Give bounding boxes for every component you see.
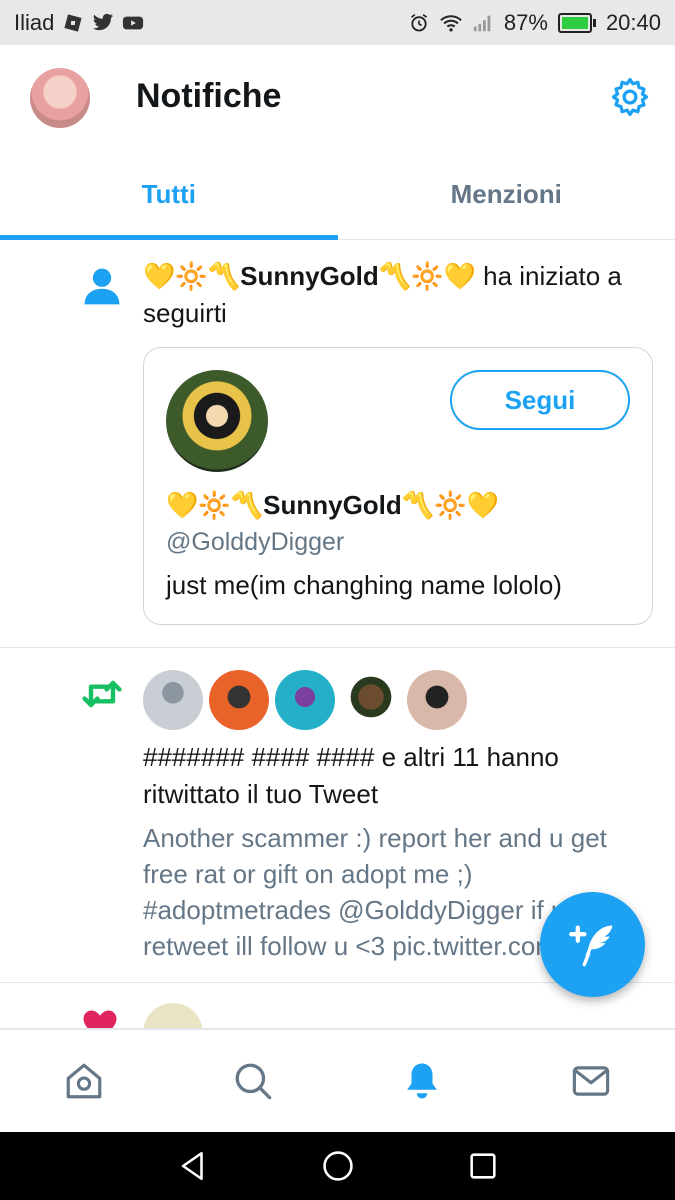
follow-notification-text: 💛🔆〽️SunnyGold〽️🔆💛 ha iniziato a seguirti <box>143 258 653 332</box>
back-icon[interactable] <box>176 1149 210 1183</box>
home-icon <box>67 1063 102 1099</box>
signal-icon <box>473 15 491 31</box>
notification-tabs: Tutti Menzioni <box>0 150 675 240</box>
avatar[interactable] <box>143 670 203 730</box>
user-display-name: 💛🔆〽️SunnyGold〽️🔆💛 <box>166 490 499 520</box>
battery-icon <box>557 12 596 33</box>
clock: 20:40 <box>605 9 661 35</box>
heart-icon <box>83 1010 117 1028</box>
follow-notification[interactable]: 💛🔆〽️SunnyGold〽️🔆💛 ha iniziato a seguirti… <box>0 240 675 648</box>
roblox-icon <box>64 13 82 32</box>
youtube-icon <box>123 16 144 29</box>
home-circle-icon[interactable] <box>321 1149 355 1183</box>
twitter-icon <box>93 13 114 30</box>
user-avatar[interactable] <box>166 370 268 472</box>
avatar[interactable] <box>341 670 401 730</box>
wifi-icon <box>440 14 462 32</box>
tab-tutti[interactable]: Tutti <box>0 150 338 240</box>
user-handle: @GolddyDigger <box>166 528 345 556</box>
user-card[interactable]: Segui 💛🔆〽️SunnyGold〽️🔆💛 @GolddyDigger ju… <box>143 347 653 625</box>
user-bio: just me(im changhing name lololo) <box>166 570 562 600</box>
search-icon <box>235 1063 272 1100</box>
actor-name[interactable]: 💛🔆〽️SunnyGold〽️🔆💛 <box>143 261 476 291</box>
nav-messages[interactable] <box>506 1030 675 1132</box>
person-icon <box>84 268 120 305</box>
profile-avatar[interactable] <box>30 68 90 128</box>
page-title: Notifiche <box>136 77 282 115</box>
nav-home[interactable] <box>0 1030 169 1132</box>
avatar[interactable] <box>407 670 467 730</box>
retweet-notification-text: ####### #### #### e altri 11 hanno ritwi… <box>143 742 559 809</box>
mail-icon <box>572 1066 609 1096</box>
gear-icon[interactable] <box>608 75 652 119</box>
bottom-navigation <box>0 1029 675 1132</box>
compose-tweet-button[interactable] <box>540 892 645 997</box>
avatar[interactable] <box>143 1003 203 1028</box>
nav-notifications[interactable] <box>338 1030 507 1132</box>
nav-search[interactable] <box>169 1030 338 1132</box>
system-navigation-bar <box>0 1132 675 1200</box>
status-bar: Iliad 87% 20:40 <box>0 0 675 45</box>
tab-menzioni[interactable]: Menzioni <box>338 150 675 239</box>
avatar[interactable] <box>275 670 335 730</box>
battery-percent: 87% <box>503 9 548 35</box>
carrier-label: Iliad <box>14 9 55 35</box>
follow-button[interactable]: Segui <box>450 370 630 430</box>
recents-icon[interactable] <box>466 1149 500 1183</box>
retweet-icon <box>82 680 122 708</box>
avatar[interactable] <box>209 670 269 730</box>
bell-icon <box>407 1063 437 1099</box>
retweeter-avatars <box>143 670 467 730</box>
alarm-icon <box>410 13 427 31</box>
app-header: Notifiche <box>0 45 675 150</box>
compose-tweet-icon <box>568 925 612 966</box>
